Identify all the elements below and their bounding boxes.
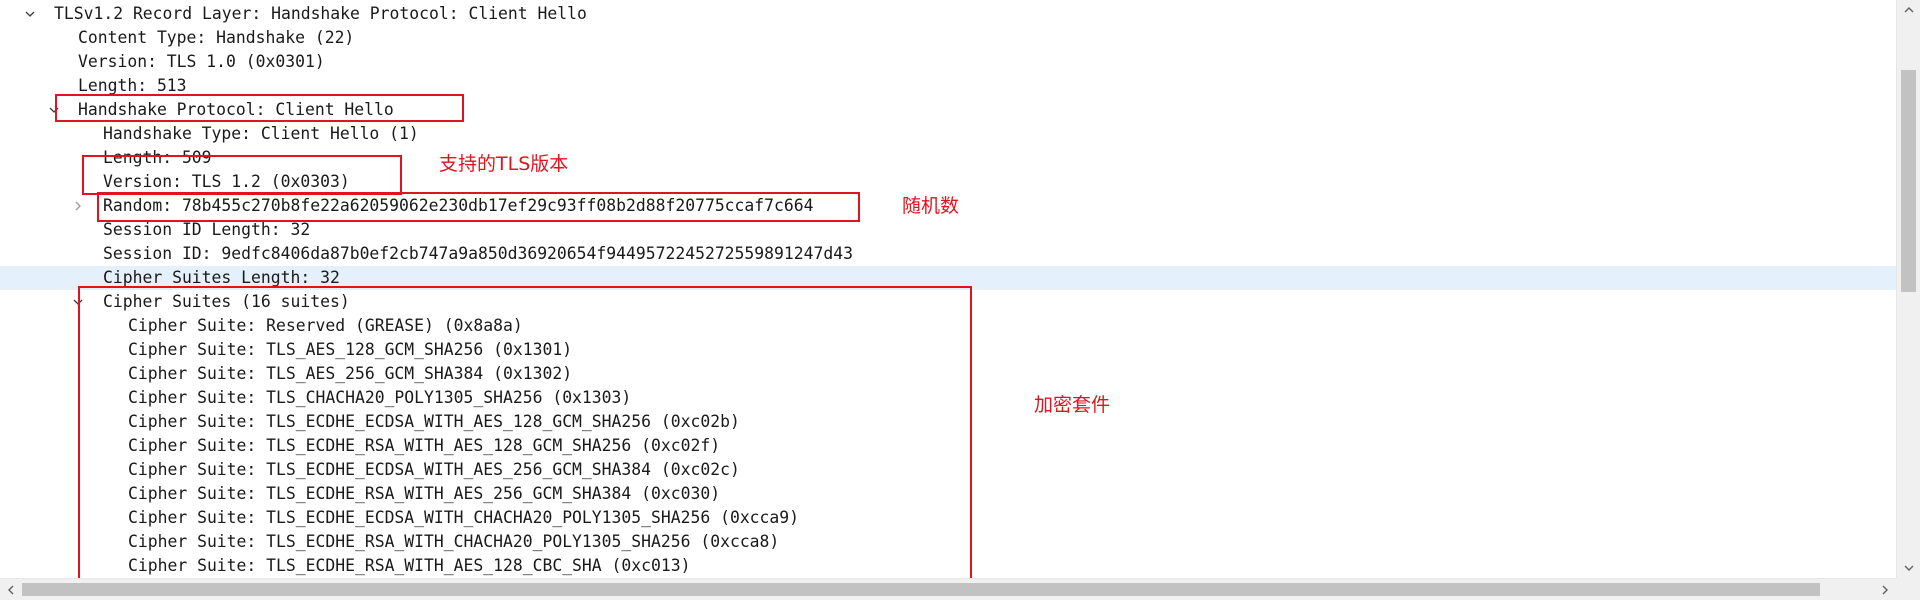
tree-row-label: Cipher Suite: TLS_ECDHE_RSA_WITH_AES_128… <box>128 436 721 455</box>
chevron-down-icon[interactable] <box>22 2 38 26</box>
tree-row-label: Length: 513 <box>78 76 187 95</box>
tree-row-label: Cipher Suite: Reserved (GREASE) (0x8a8a) <box>128 316 523 335</box>
tree-row[interactable]: Cipher Suite: TLS_ECDHE_RSA_WITH_AES_256… <box>0 482 1896 506</box>
tree-row[interactable]: Handshake Protocol: Client Hello <box>0 98 1896 122</box>
tree-row-label: Length: 509 <box>103 148 212 167</box>
tree-row-label: Cipher Suite: TLS_AES_256_GCM_SHA384 (0x… <box>128 364 573 383</box>
tree-row-label: Session ID Length: 32 <box>103 220 311 239</box>
vertical-scrollbar-thumb[interactable] <box>1901 70 1916 292</box>
tree-row[interactable]: Cipher Suite: TLS_ECDHE_RSA_WITH_AES_128… <box>0 554 1896 578</box>
tree-row[interactable]: Version: TLS 1.0 (0x0301) <box>0 50 1896 74</box>
tree-row-label: Cipher Suite: TLS_ECDHE_RSA_WITH_AES_128… <box>128 556 691 575</box>
horizontal-scrollbar-thumb[interactable] <box>22 583 1820 596</box>
tree-row-label: Cipher Suite: TLS_ECDHE_RSA_WITH_CHACHA2… <box>128 532 780 551</box>
packet-detail-tree[interactable]: TLSv1.2 Record Layer: Handshake Protocol… <box>0 0 1896 578</box>
tree-row[interactable]: Cipher Suite: TLS_ECDHE_ECDSA_WITH_AES_1… <box>0 410 1896 434</box>
tree-row[interactable]: Cipher Suite: TLS_CHACHA20_POLY1305_SHA2… <box>0 386 1896 410</box>
tree-row[interactable]: Handshake Type: Client Hello (1) <box>0 122 1896 146</box>
tree-row-label: Cipher Suite: TLS_ECDHE_ECDSA_WITH_AES_1… <box>128 412 740 431</box>
tree-row[interactable]: Cipher Suite: TLS_ECDHE_ECDSA_WITH_CHACH… <box>0 506 1896 530</box>
annotation-random: 随机数 <box>902 195 960 217</box>
tree-row[interactable]: Cipher Suite: TLS_AES_128_GCM_SHA256 (0x… <box>0 338 1896 362</box>
tree-row-label: Cipher Suite: TLS_AES_128_GCM_SHA256 (0x… <box>128 340 573 359</box>
tree-row[interactable]: Cipher Suite: TLS_AES_256_GCM_SHA384 (0x… <box>0 362 1896 386</box>
tree-row[interactable]: Session ID Length: 32 <box>0 218 1896 242</box>
tree-row-label: Cipher Suites (16 suites) <box>103 292 350 311</box>
horizontal-scrollbar[interactable] <box>0 578 1896 600</box>
tree-row-label: Cipher Suite: TLS_ECDHE_ECDSA_WITH_CHACH… <box>128 508 800 527</box>
tree-row-label: Session ID: 9edfc8406da87b0ef2cb747a9a85… <box>103 244 853 263</box>
tree-row[interactable]: Cipher Suite: TLS_ECDHE_RSA_WITH_AES_128… <box>0 434 1896 458</box>
scroll-up-icon[interactable] <box>1897 0 1920 20</box>
tree-row[interactable]: Cipher Suite: TLS_ECDHE_ECDSA_WITH_AES_2… <box>0 458 1896 482</box>
tree-row[interactable]: Cipher Suites (16 suites) <box>0 290 1896 314</box>
tree-row-label: Cipher Suite: TLS_CHACHA20_POLY1305_SHA2… <box>128 388 632 407</box>
tree-row-label: TLSv1.2 Record Layer: Handshake Protocol… <box>54 4 587 23</box>
annotation-cipher-suites: 加密套件 <box>1034 394 1111 416</box>
annotation-tls-version: 支持的TLS版本 <box>439 153 569 175</box>
tree-row-label: Random: 78b455c270b8fe22a62059062e230db1… <box>103 196 814 215</box>
tree-row[interactable]: Content Type: Handshake (22) <box>0 26 1896 50</box>
tree-row[interactable]: Length: 509 <box>0 146 1896 170</box>
tree-row[interactable]: Cipher Suite: TLS_ECDHE_RSA_WITH_CHACHA2… <box>0 530 1896 554</box>
scroll-left-icon[interactable] <box>0 579 22 600</box>
tree-row-label: Version: TLS 1.0 (0x0301) <box>78 52 325 71</box>
tree-row[interactable]: TLSv1.2 Record Layer: Handshake Protocol… <box>0 2 1896 26</box>
tree-row[interactable]: Length: 513 <box>0 74 1896 98</box>
tree-row-label: Handshake Type: Client Hello (1) <box>103 124 419 143</box>
vertical-scrollbar[interactable] <box>1896 0 1920 578</box>
tree-row[interactable]: Session ID: 9edfc8406da87b0ef2cb747a9a85… <box>0 242 1896 266</box>
tree-row-label: Cipher Suite: TLS_ECDHE_ECDSA_WITH_AES_2… <box>128 460 740 479</box>
tree-row-label: Version: TLS 1.2 (0x0303) <box>103 172 350 191</box>
tree-row-label: Cipher Suites Length: 32 <box>103 268 340 287</box>
chevron-down-icon[interactable] <box>46 98 62 122</box>
tree-row[interactable]: Cipher Suites Length: 32 <box>0 266 1896 290</box>
scroll-down-icon[interactable] <box>1897 558 1920 578</box>
scroll-right-icon[interactable] <box>1874 579 1896 600</box>
tree-row[interactable]: Cipher Suite: Reserved (GREASE) (0x8a8a) <box>0 314 1896 338</box>
packet-details-pane: TLSv1.2 Record Layer: Handshake Protocol… <box>0 0 1920 600</box>
tree-row-label: Handshake Protocol: Client Hello <box>78 100 394 119</box>
chevron-right-icon[interactable] <box>70 194 86 218</box>
tree-row-label: Content Type: Handshake (22) <box>78 28 355 47</box>
tree-row-label: Cipher Suite: TLS_ECDHE_RSA_WITH_AES_256… <box>128 484 721 503</box>
scrollbar-corner <box>1896 578 1920 600</box>
chevron-down-icon[interactable] <box>70 290 86 314</box>
tree-row[interactable]: Version: TLS 1.2 (0x0303) <box>0 170 1896 194</box>
